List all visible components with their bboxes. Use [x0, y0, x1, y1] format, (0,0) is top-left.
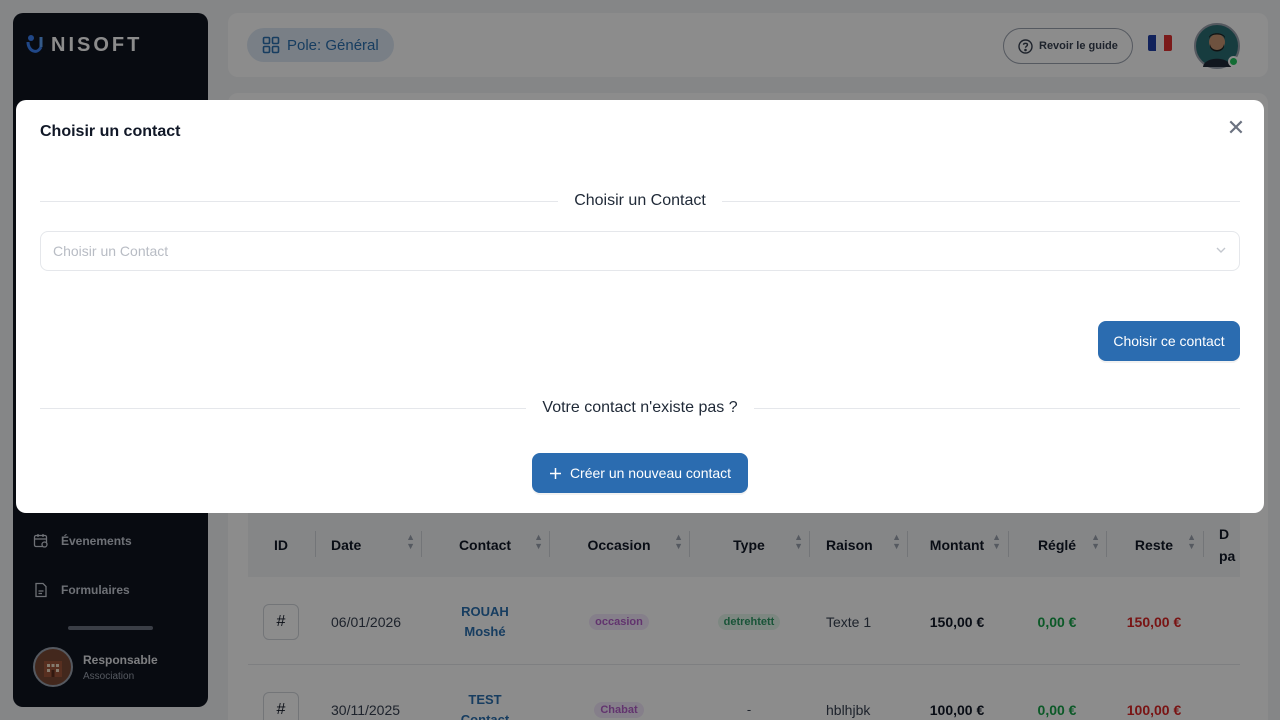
chevron-down-icon — [1216, 247, 1226, 253]
not-exist-label: Votre contact n'existe pas ? — [542, 399, 738, 416]
create-contact-button[interactable]: Créer un nouveau contact — [532, 453, 748, 493]
modal-title: Choisir un contact — [40, 123, 181, 140]
choose-contact-label: Choisir ce contact — [1113, 333, 1225, 349]
close-icon[interactable]: ✕ — [1226, 117, 1246, 139]
contact-select[interactable]: Choisir un Contact — [40, 231, 1240, 271]
choose-contact-modal: Choisir un contact ✕ Choisir un Contact … — [16, 100, 1264, 513]
choose-contact-button[interactable]: Choisir ce contact — [1098, 321, 1240, 361]
not-exist-divider: Votre contact n'existe pas ? — [40, 399, 1241, 417]
section-divider: Choisir un Contact — [40, 192, 1240, 210]
create-contact-label: Créer un nouveau contact — [569, 465, 732, 481]
section-label: Choisir un Contact — [574, 192, 706, 209]
contact-select-placeholder: Choisir un Contact — [53, 243, 169, 259]
plus-icon — [549, 467, 561, 479]
